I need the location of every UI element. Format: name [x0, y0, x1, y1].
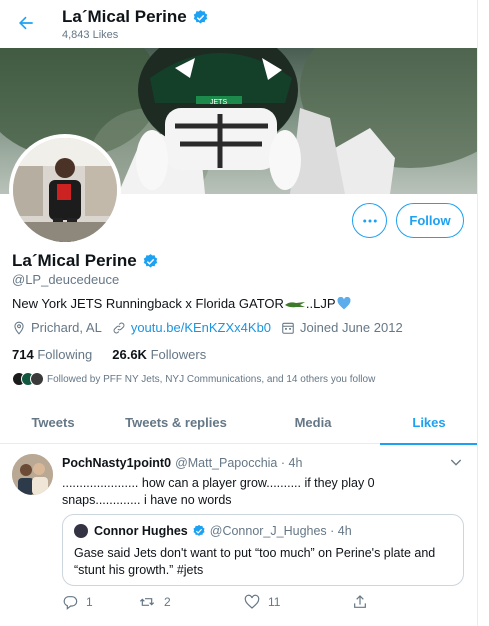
- profile-name-row: La´Mical Perine: [12, 251, 159, 271]
- tab-media[interactable]: Media: [246, 400, 380, 444]
- joined-text: Joined June 2012: [300, 320, 403, 335]
- quoted-handle-time: @Connor_J_Hughes · 4h: [209, 524, 352, 538]
- tweet[interactable]: PochNasty1point0 @Matt_Papocchia · 4h ..…: [0, 444, 477, 626]
- followed-by-avatars: [12, 372, 44, 386]
- quoted-tweet-text: Gase said Jets don't want to put “too mu…: [74, 546, 436, 577]
- followed-by[interactable]: Followed by PFF NY Jets, NYJ Communicati…: [12, 372, 375, 386]
- location-item: Prichard, AL: [12, 320, 102, 335]
- tweet-avatar[interactable]: [12, 454, 53, 495]
- more-options-button[interactable]: [352, 203, 387, 238]
- bio-suffix: ..LJP: [305, 296, 336, 311]
- profile-tabs: Tweets Tweets & replies Media Likes: [0, 400, 477, 445]
- retweet-count: 2: [164, 595, 171, 609]
- tweet-avatar-photo: [12, 454, 53, 495]
- quoted-tweet-avatar: [74, 524, 88, 538]
- quoted-tweet-header: Connor Hughes @Connor_J_Hughes · 4h: [74, 524, 352, 538]
- reply-count: 1: [86, 595, 93, 609]
- header-title: La´Mical Perine: [62, 7, 209, 27]
- quoted-author-name: Connor Hughes: [94, 524, 188, 538]
- chevron-down-icon: [450, 459, 462, 466]
- location-icon: [14, 321, 24, 335]
- reply-icon: [63, 596, 78, 610]
- more-icon: [362, 219, 377, 222]
- back-button[interactable]: [9, 6, 43, 40]
- back-arrow-icon: [19, 16, 33, 30]
- followers-label: Followers: [150, 347, 207, 362]
- verified-icon: [193, 9, 207, 23]
- calendar-icon: [282, 322, 294, 334]
- tweet-author-name[interactable]: PochNasty1point0: [62, 456, 171, 470]
- tweet-handle-time[interactable]: @Matt_Papocchia · 4h: [175, 456, 302, 470]
- reply-button[interactable]: 1: [62, 594, 138, 610]
- follow-counts: 714 Following 26.6K Followers: [12, 347, 206, 362]
- tab-likes[interactable]: Likes: [380, 400, 477, 445]
- blue-heart-emoji-icon: [337, 297, 350, 310]
- tweet-menu-button[interactable]: [448, 454, 464, 470]
- verified-icon: [193, 524, 205, 536]
- svg-text:JETS: JETS: [210, 99, 227, 106]
- link-icon: [113, 322, 125, 333]
- joined-item: Joined June 2012: [281, 320, 403, 335]
- like-icon: [244, 594, 260, 609]
- retweet-icon: [139, 598, 155, 606]
- like-button[interactable]: 11: [244, 594, 352, 610]
- alligator-emoji-icon: [284, 301, 305, 307]
- tweet-header: PochNasty1point0 @Matt_Papocchia · 4h: [62, 456, 302, 470]
- following-label: Following: [37, 347, 93, 362]
- following-count: 714: [12, 347, 34, 362]
- tweet-actions: 1 2 11: [62, 594, 422, 610]
- like-count: 11: [268, 595, 281, 609]
- top-bar: La´Mical Perine 4,843 Likes: [0, 0, 477, 48]
- followed-by-text: Followed by PFF NY Jets, NYJ Communicati…: [47, 373, 376, 385]
- tweet-text: ...................... how can a player …: [62, 476, 375, 507]
- profile-handle: @LP_deucedeuce: [12, 272, 120, 287]
- follow-button[interactable]: Follow: [396, 203, 464, 238]
- verified-icon: [143, 253, 157, 267]
- followers-link[interactable]: 26.6K Followers: [112, 347, 206, 362]
- bio-text: New York JETS Runningback x Florida GATO…: [12, 296, 284, 311]
- likes-count: 4,843 Likes: [62, 29, 119, 41]
- profile-meta: Prichard, AL youtu.be/KEnKZXx4Kb0 Joined…: [12, 320, 413, 335]
- share-icon: [354, 595, 366, 608]
- location-text: Prichard, AL: [31, 320, 102, 335]
- profile-page: La´Mical Perine 4,843 Likes JETS Follow …: [0, 0, 478, 626]
- profile-bio: New York JETS Runningback x Florida GATO…: [12, 296, 351, 311]
- following-link[interactable]: 714 Following: [12, 347, 92, 362]
- tab-tweets[interactable]: Tweets: [0, 400, 106, 444]
- share-button[interactable]: [352, 594, 368, 610]
- header-name: La´Mical Perine: [62, 7, 187, 26]
- profile-avatar[interactable]: [9, 134, 121, 246]
- profile-name: La´Mical Perine: [12, 251, 137, 270]
- website-item: youtu.be/KEnKZXx4Kb0: [112, 320, 271, 335]
- website-link[interactable]: youtu.be/KEnKZXx4Kb0: [131, 320, 271, 335]
- tab-tweets-replies[interactable]: Tweets & replies: [106, 400, 246, 444]
- retweet-button[interactable]: 2: [138, 594, 244, 610]
- profile-photo: [13, 138, 117, 242]
- quoted-tweet[interactable]: Connor Hughes @Connor_J_Hughes · 4h Gase…: [62, 514, 464, 586]
- followers-count: 26.6K: [112, 347, 147, 362]
